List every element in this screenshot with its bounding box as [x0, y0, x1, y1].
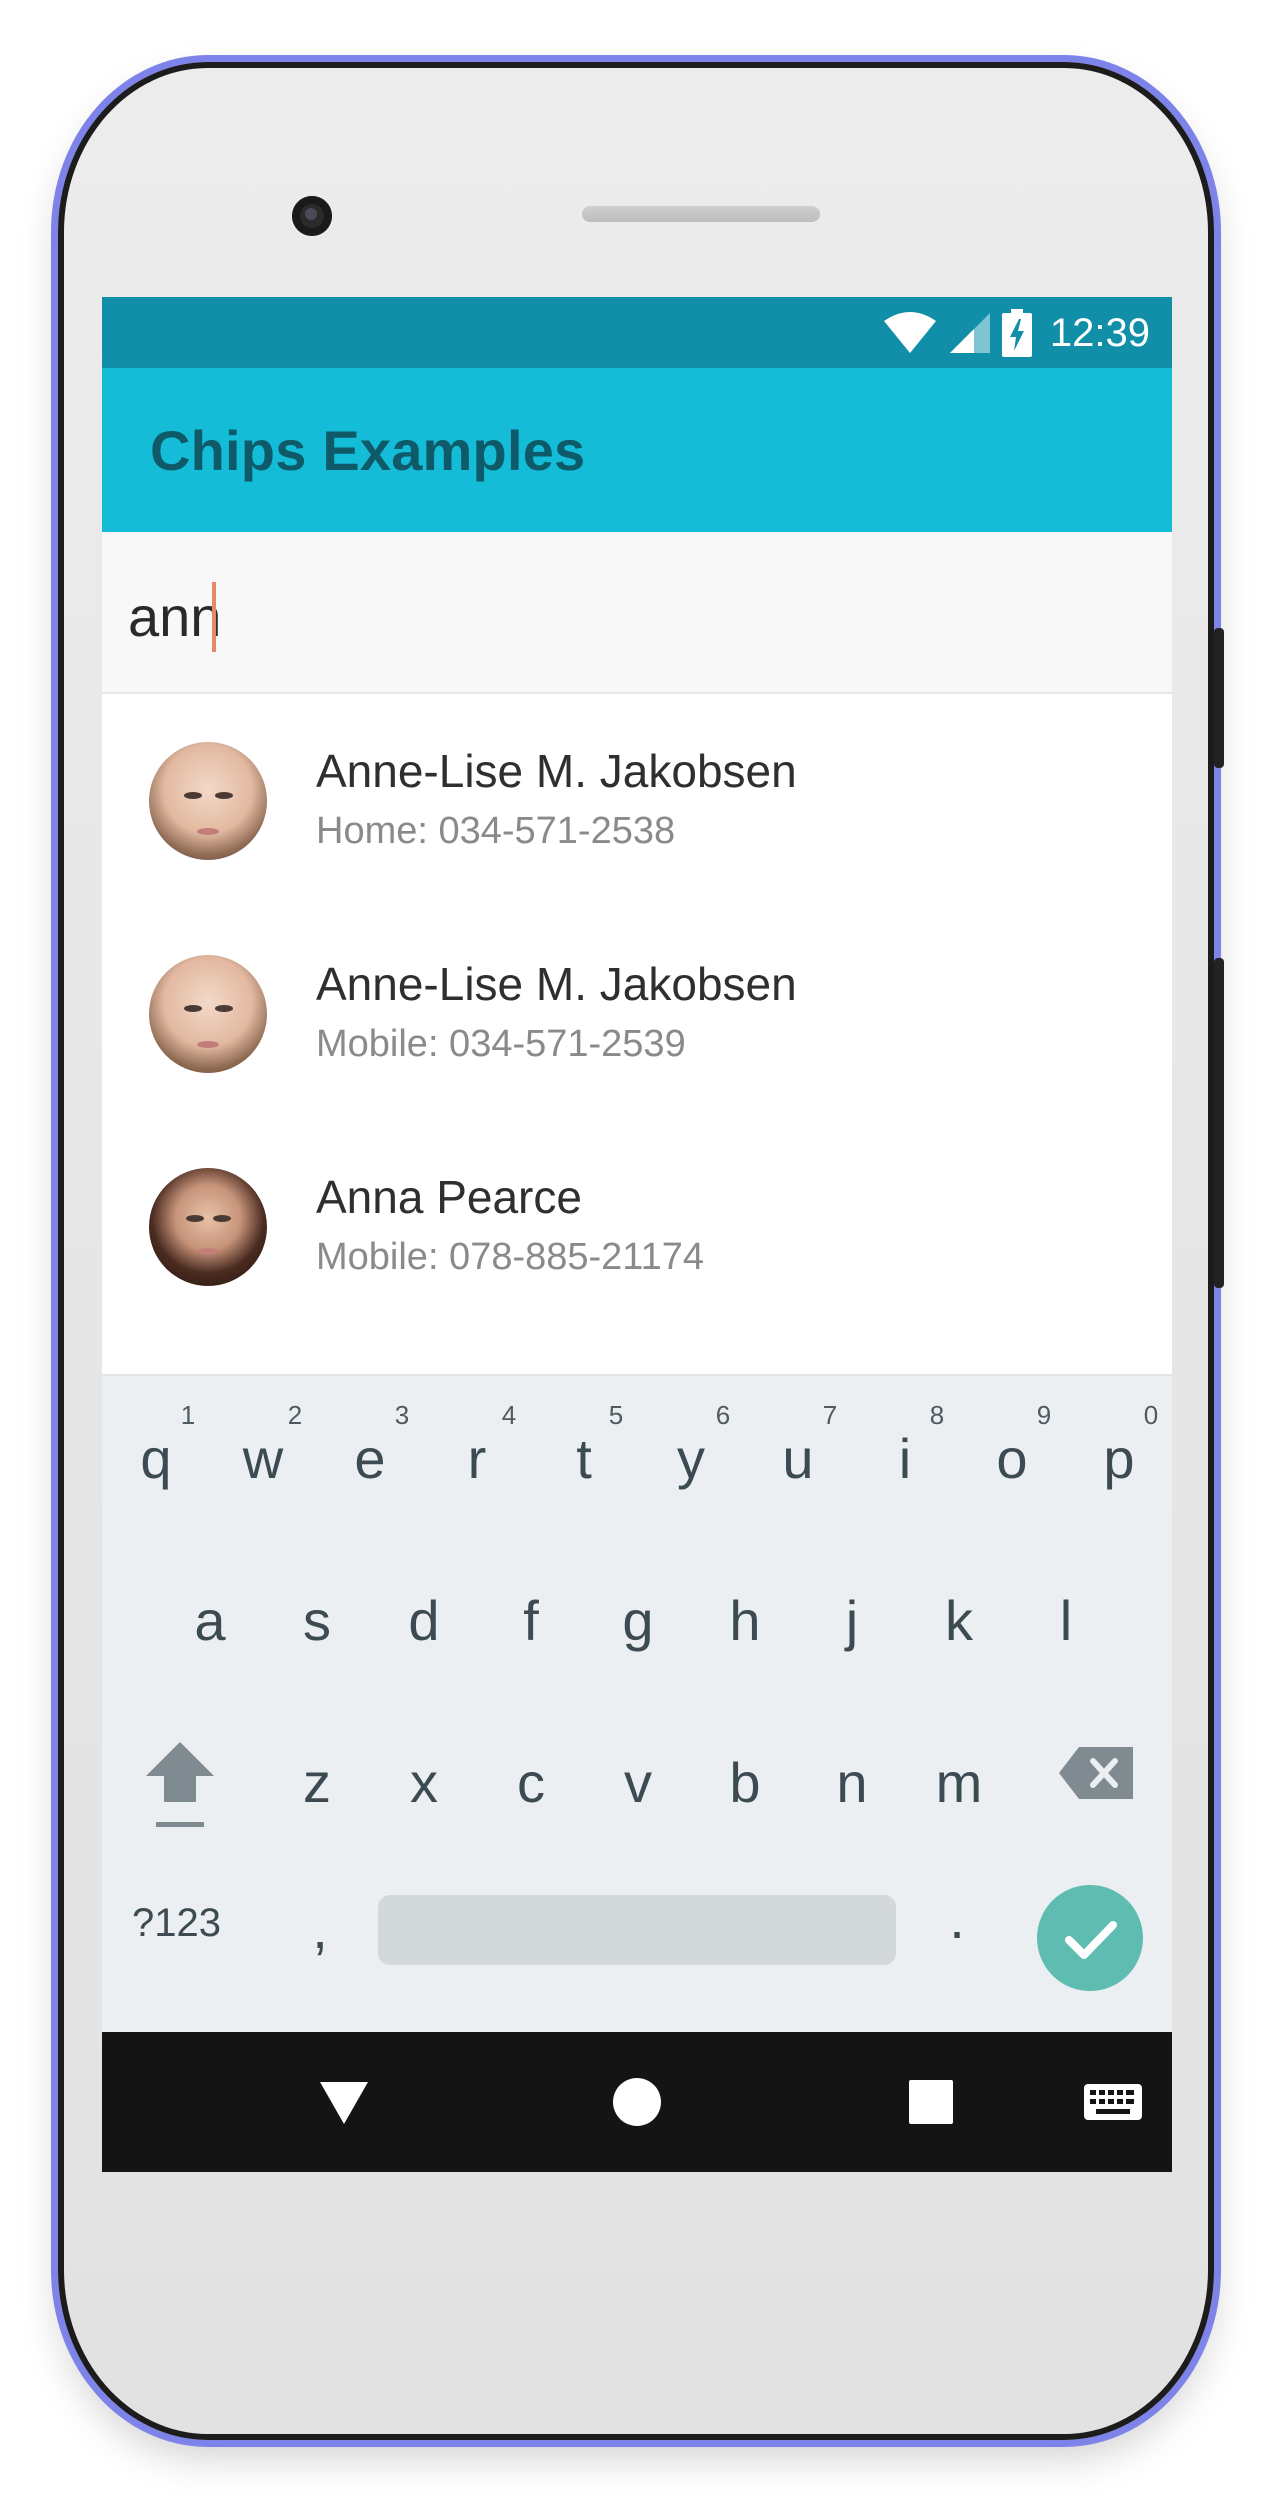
key-a[interactable]: a: [170, 1588, 250, 1653]
key-w[interactable]: w: [223, 1426, 303, 1491]
back-triangle-icon[interactable]: [312, 2070, 376, 2134]
contact-name: Anna Pearce: [316, 1171, 582, 1223]
key-h[interactable]: h: [705, 1588, 785, 1653]
key-x[interactable]: x: [384, 1750, 464, 1815]
key-p[interactable]: p: [1079, 1426, 1159, 1491]
contact-name: Anne-Lise M. Jakobsen: [316, 958, 797, 1010]
text-cursor: [212, 582, 216, 652]
backspace-key[interactable]: [1057, 1743, 1137, 1803]
avatar: [149, 742, 267, 860]
checkmark-icon: [1065, 1921, 1117, 1959]
contact-suggestions-list: Anne-Lise M. Jakobsen Home: 034-571-2538…: [102, 694, 1172, 1374]
front-camera: [292, 196, 332, 236]
volume-button: [1214, 958, 1224, 1288]
contact-detail: Home: 034-571-2538: [316, 810, 676, 852]
key-c[interactable]: c: [491, 1750, 571, 1815]
key-s[interactable]: s: [277, 1588, 357, 1653]
contact-name: Anne-Lise M. Jakobsen: [316, 745, 797, 797]
key-g[interactable]: g: [598, 1588, 678, 1653]
shift-key[interactable]: [140, 1736, 220, 1836]
key-y[interactable]: y: [651, 1426, 731, 1491]
recipient-input-text: ann: [128, 585, 222, 648]
key-z[interactable]: z: [277, 1750, 357, 1815]
key-u[interactable]: u: [758, 1426, 838, 1491]
key-comma[interactable]: ,: [280, 1896, 360, 1961]
avatar: [149, 955, 267, 1073]
key-m[interactable]: m: [919, 1750, 999, 1815]
key-b[interactable]: b: [705, 1750, 785, 1815]
list-item[interactable]: Anne-Lise M. Jakobsen Home: 034-571-2538: [102, 694, 1172, 907]
home-circle-icon[interactable]: [605, 2070, 669, 2134]
enter-key[interactable]: [1037, 1885, 1143, 1991]
key-o[interactable]: o: [972, 1426, 1052, 1491]
list-item[interactable]: Anne-Lise M. Jakobsen Mobile: 034-571-25…: [102, 907, 1172, 1120]
cellular-signal-icon: [949, 313, 990, 353]
key-f[interactable]: f: [491, 1588, 571, 1653]
power-button: [1214, 628, 1224, 768]
key-l[interactable]: l: [1026, 1588, 1106, 1653]
phone-screen: 12:39 Chips Examples ann Anne-Lise M. Ja…: [102, 297, 1172, 2172]
avatar: [149, 1168, 267, 1286]
status-clock: 12:39: [1049, 310, 1150, 355]
list-item[interactable]: Anna Pearce Mobile: 078-885-21174: [102, 1120, 1172, 1333]
soft-keyboard: 1 2 3 4 5 6 7 8 9 0 q w e r t y u i o p …: [102, 1374, 1172, 2032]
earpiece-speaker: [582, 206, 820, 222]
space-key[interactable]: [378, 1895, 896, 1965]
key-i[interactable]: i: [865, 1426, 945, 1491]
wifi-icon: [883, 312, 936, 353]
key-r[interactable]: r: [437, 1426, 517, 1491]
status-bar: 12:39: [102, 297, 1172, 368]
shift-icon: [146, 1742, 214, 1827]
key-t[interactable]: t: [544, 1426, 624, 1491]
key-n[interactable]: n: [812, 1750, 892, 1815]
key-q[interactable]: q: [116, 1426, 196, 1491]
key-e[interactable]: e: [330, 1426, 410, 1491]
key-period[interactable]: .: [917, 1886, 997, 1951]
key-k[interactable]: k: [919, 1588, 999, 1653]
navigation-bar: [102, 2032, 1172, 2172]
backspace-icon: [1059, 1747, 1133, 1799]
status-icons: 12:39: [882, 309, 1150, 357]
key-j[interactable]: j: [812, 1588, 892, 1653]
recipient-input[interactable]: ann: [102, 532, 1172, 694]
symbols-key[interactable]: ?123: [132, 1901, 221, 1946]
contact-detail: Mobile: 078-885-21174: [316, 1236, 705, 1278]
keyboard-icon[interactable]: [1080, 2070, 1146, 2134]
key-v[interactable]: v: [598, 1750, 678, 1815]
key-d[interactable]: d: [384, 1588, 464, 1653]
contact-detail: Mobile: 034-571-2539: [316, 1023, 686, 1065]
app-bar: Chips Examples: [102, 368, 1172, 532]
battery-charging-icon: [1001, 309, 1032, 357]
app-title: Chips Examples: [150, 419, 586, 482]
recents-square-icon[interactable]: [899, 2070, 963, 2134]
